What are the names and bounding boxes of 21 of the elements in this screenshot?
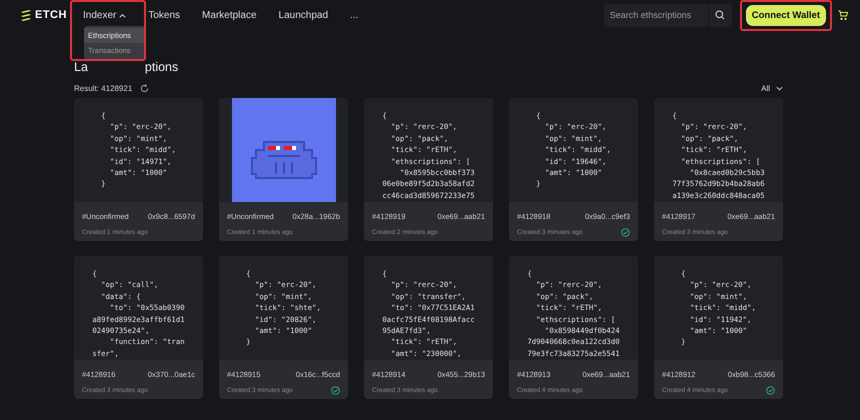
logo-text[interactable]: ETCH bbox=[35, 9, 67, 21]
search-box[interactable]: Search ethscriptions bbox=[604, 4, 732, 26]
nav-link[interactable]: Tokens bbox=[148, 10, 180, 20]
nav-link[interactable]: Indexer bbox=[83, 10, 126, 20]
check-circle-icon bbox=[766, 386, 775, 394]
filter-dropdown[interactable]: All bbox=[761, 84, 783, 92]
page-heading: La bbox=[74, 60, 88, 74]
chevron-icon bbox=[776, 86, 783, 90]
refresh-icon[interactable] bbox=[140, 84, 150, 92]
search-icon bbox=[715, 10, 726, 20]
page-heading: ptions bbox=[144, 60, 178, 74]
nav-link[interactable]: ... bbox=[350, 10, 358, 20]
nav-link[interactable]: Marketplace bbox=[202, 10, 257, 20]
search-field[interactable]: Search ethscriptions bbox=[604, 10, 708, 20]
check-circle-icon bbox=[331, 386, 340, 394]
logo-icon bbox=[20, 9, 32, 21]
connect-wallet-button[interactable]: Connect Wallet bbox=[746, 4, 826, 26]
result-count: Result: 4128921 bbox=[74, 84, 132, 92]
check-circle-icon bbox=[621, 228, 630, 236]
cart-icon[interactable] bbox=[838, 10, 848, 20]
nav-link[interactable]: Launchpad bbox=[278, 10, 328, 20]
